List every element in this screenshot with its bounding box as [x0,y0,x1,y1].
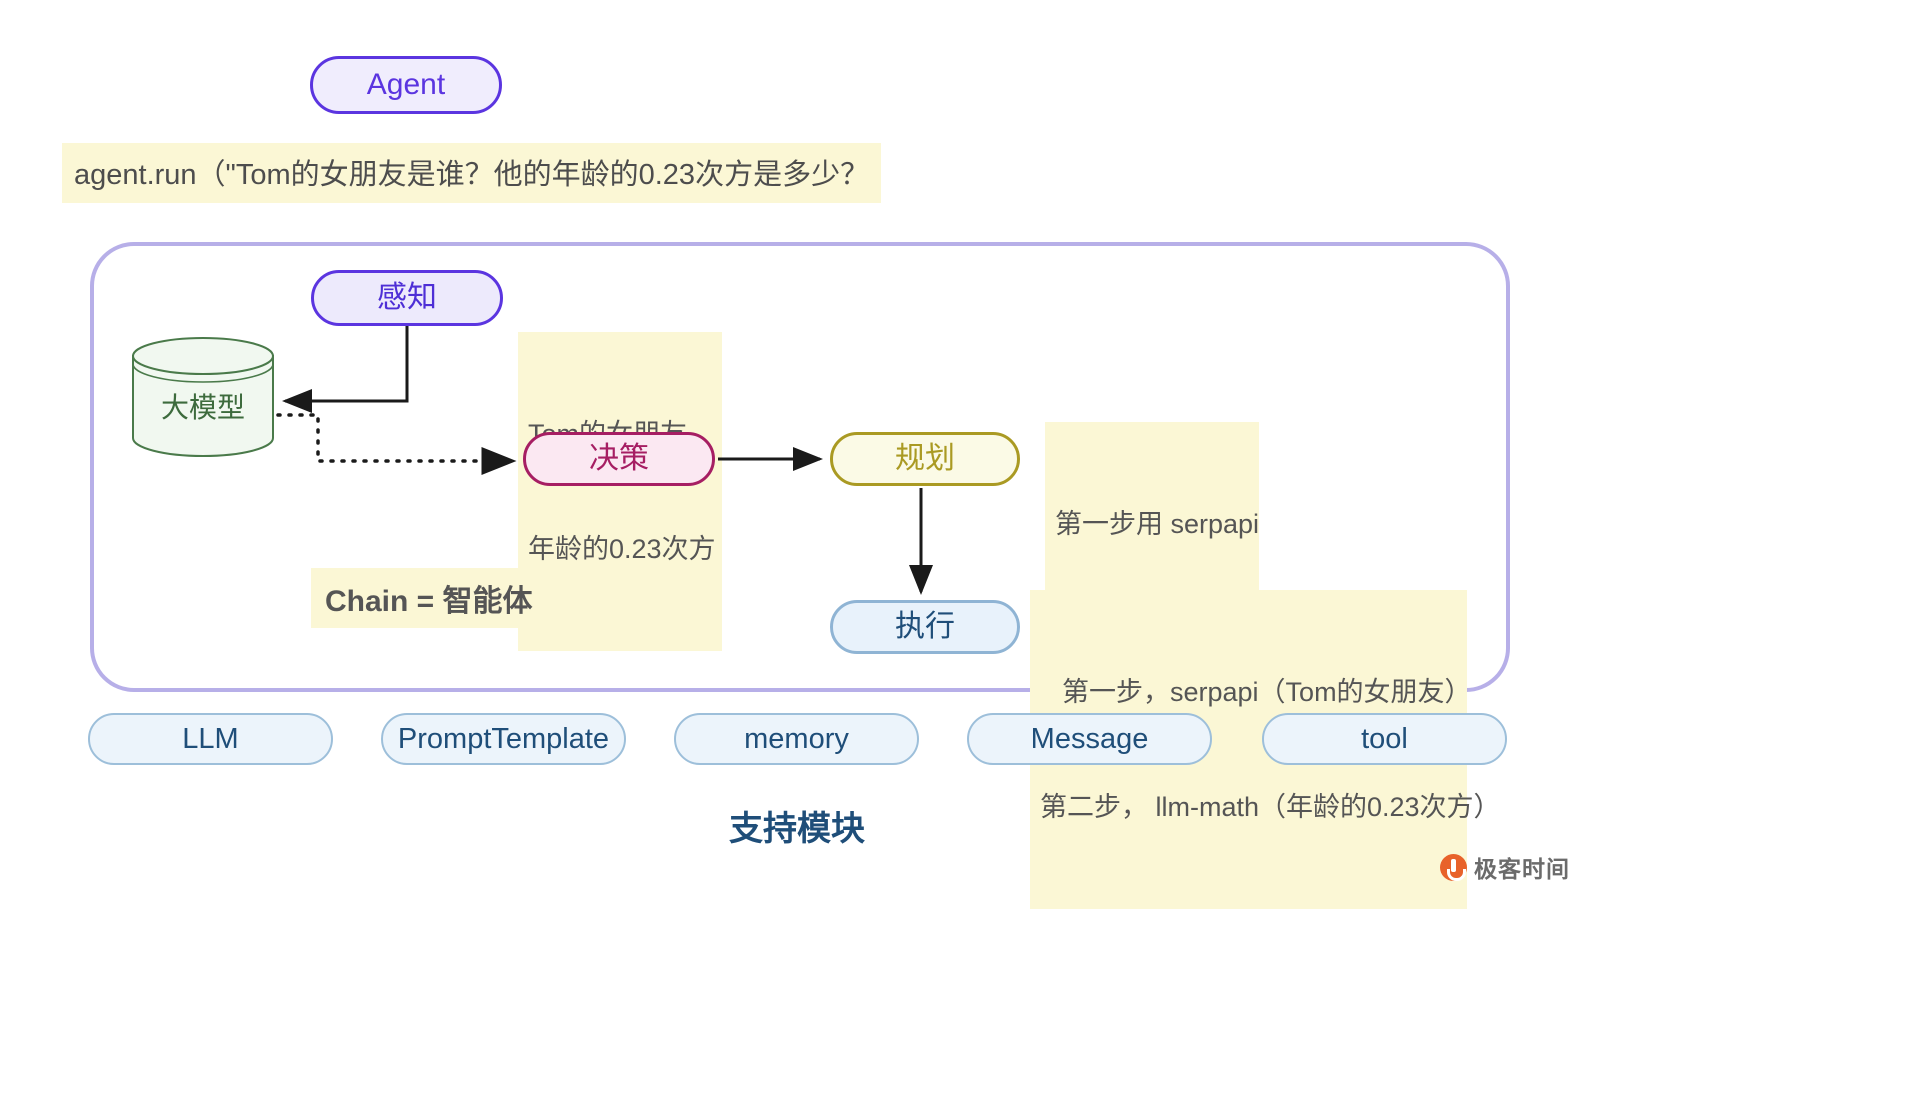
watermark-text: 极客时间 [1474,856,1570,882]
connector-layer [276,326,933,595]
module-tool-label: tool [1361,722,1408,755]
arrow-llm-to-decide [276,413,517,475]
support-modules-title-text: 支持模块 [729,810,865,848]
watermark: 极客时间 [1440,850,1570,884]
geektime-logo-icon [1440,853,1467,881]
module-prompttemplate[interactable]: PromptTemplate [381,713,626,765]
arrow-perceive-to-llm [282,326,409,413]
module-llm[interactable]: LLM [88,713,333,765]
module-message-label: Message [1030,722,1149,755]
module-message[interactable]: Message [967,713,1212,765]
support-modules-title: 支持模块 [729,801,865,850]
module-llm-label: LLM [182,722,239,755]
module-memory[interactable]: memory [674,713,919,765]
module-memory-label: memory [744,722,849,755]
diagram-canvas: Agent agent.run（"Tom的女朋友是谁？他的年龄的0.23次方是多… [0,0,1920,1104]
module-tool[interactable]: tool [1262,713,1507,765]
module-prompttemplate-label: PromptTemplate [397,722,610,755]
